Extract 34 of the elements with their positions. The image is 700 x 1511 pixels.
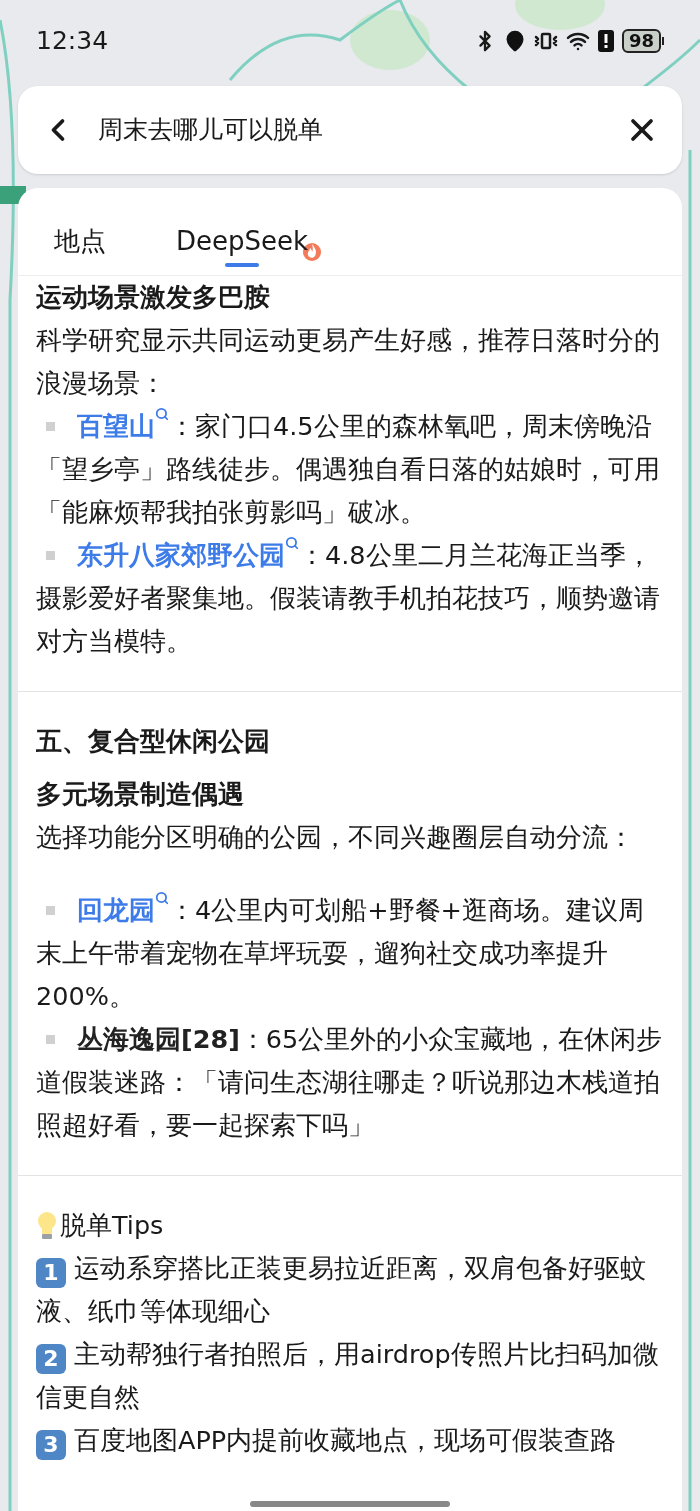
place-name: 丛海逸园[28]: [77, 1024, 240, 1054]
section-title: 五、复合型休闲公园: [36, 725, 271, 758]
tips-title: 脱单Tips: [60, 1209, 164, 1242]
tab[interactable]: 地点: [54, 222, 106, 275]
search-icon: [155, 891, 169, 905]
place-link[interactable]: 百望山: [77, 411, 169, 441]
tab[interactable]: DeepSeek: [176, 222, 309, 275]
paragraph: 选择功能分区明确的公园，不同兴趣圈层自动分流：: [36, 821, 635, 854]
tip-item: 3 百度地图APP内提前收藏地点，现场可假装查路: [36, 1419, 664, 1462]
search-bar[interactable]: 周末去哪儿可以脱单: [18, 86, 682, 174]
search-icon: [285, 536, 299, 550]
bullet-item: 百望山 ：家门口4.5公里的森林氧吧，周末傍晚沿「望乡亭」路线徒步。偶遇独自看日落的姑娘时，可用「能麻烦帮我拍张剪影吗」破冰。: [36, 405, 664, 534]
tip-item: 1 运动系穿搭比正装更易拉近距离，双肩包备好驱蚊液、纸巾等体现细心: [36, 1252, 647, 1328]
section-subtitle: 运动场景激发多巴胺: [36, 281, 271, 314]
light-bulb-icon: [36, 1210, 58, 1241]
place-link[interactable]: 回龙园: [77, 895, 169, 925]
battery-level: 98: [621, 29, 661, 53]
bullet-marker: [46, 1034, 55, 1044]
status-time: 12:34: [36, 25, 109, 58]
number-badge: 3: [36, 1430, 66, 1460]
bullet-item: 回龙园 ：4公里内可划船+野餐+逛商场。建议周末上午带着宠物在草坪玩耍，遛狗社交成功率提升200%。: [36, 889, 664, 1018]
place-link[interactable]: 东升八家郊野公园: [77, 540, 299, 570]
search-text: 周末去哪儿可以脱单: [98, 114, 324, 147]
bullet-marker: [46, 421, 55, 431]
search-icon: [155, 407, 169, 421]
paragraph: 科学研究显示共同运动更易产生好感，推荐日落时分的浪漫场景：: [36, 324, 661, 400]
number-badge: 1: [36, 1258, 66, 1288]
bullet-marker: [46, 905, 55, 915]
bullet-marker: [46, 550, 55, 560]
section-subtitle: 多元场景制造偶遇: [36, 778, 245, 811]
bullet-item: 丛海逸园[28]：65公里外的小众宝藏地，在休闲步道假装迷路：「请问生态湖往哪走？听说那边木栈道拍照超好看，要一起探索下吗」: [36, 1023, 664, 1142]
tip-item: 2 主动帮独行者拍照后，用airdrop传照片比扫码加微信更自然: [36, 1338, 660, 1414]
number-badge: 2: [36, 1344, 66, 1374]
bullet-item: 东升八家郊野公园 ：4.8公里二月兰花海正当季，摄影爱好者聚集地。假装请教手机拍花技巧，顺势邀请对方当模特。: [36, 534, 664, 663]
